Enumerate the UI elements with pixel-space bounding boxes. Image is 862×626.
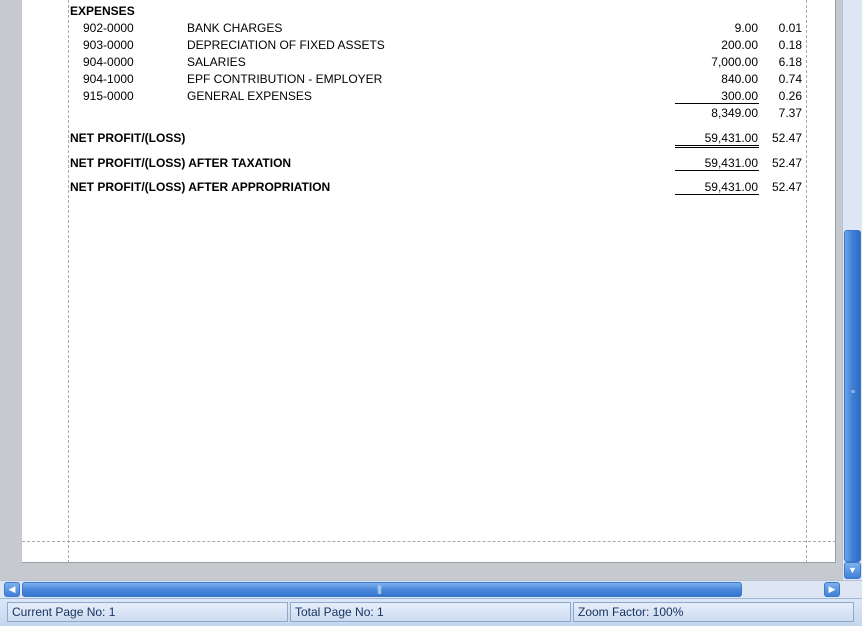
summary-rule — [675, 194, 759, 195]
vertical-scrollbar[interactable]: ≡ ▼ — [842, 0, 862, 580]
summary-amount: 59,431.00 — [704, 180, 758, 194]
grip-icon: ||| — [377, 584, 382, 594]
summary-amount: 59,431.00 — [704, 156, 758, 170]
summary-label: NET PROFIT/(LOSS) AFTER TAXATION — [70, 156, 292, 170]
summary-label: NET PROFIT/(LOSS) AFTER APPROPRIATION — [70, 180, 331, 194]
horizontal-scrollbar[interactable]: ◀ ||| ▶ — [0, 580, 862, 598]
expenses-heading: EXPENSES — [70, 4, 135, 18]
account-code: 904-0000 — [83, 55, 134, 69]
account-amount: 840.00 — [721, 72, 758, 86]
account-amount: 9.00 — [734, 21, 758, 35]
scroll-right-arrow-icon[interactable]: ▶ — [824, 582, 840, 597]
account-percent: 0.74 — [778, 72, 802, 86]
summary-amount: 59,431.00 — [704, 131, 758, 145]
vertical-scroll-thumb[interactable]: ≡ — [844, 230, 861, 562]
right-margin-guide — [806, 0, 807, 563]
account-code: 902-0000 — [83, 21, 134, 35]
account-name: GENERAL EXPENSES — [187, 89, 312, 103]
total-page-indicator: Total Page No: 1 — [290, 602, 571, 622]
status-bar: Current Page No: 1 Total Page No: 1 Zoom… — [0, 598, 862, 626]
summary-percent: 52.47 — [771, 131, 802, 145]
grip-icon: ≡ — [850, 389, 856, 396]
bottom-margin-guide — [22, 541, 836, 542]
expenses-total-percent: 7.37 — [778, 106, 802, 120]
account-name: EPF CONTRIBUTION - EMPLOYER — [187, 72, 383, 86]
horizontal-scroll-thumb[interactable]: ||| — [22, 582, 742, 597]
account-percent: 0.18 — [778, 38, 802, 52]
account-percent: 6.18 — [778, 55, 802, 69]
summary-label: NET PROFIT/(LOSS) — [70, 131, 186, 145]
total-double-rule — [675, 145, 759, 148]
subtotal-rule — [675, 103, 759, 104]
account-percent: 0.01 — [778, 21, 802, 35]
expenses-total-amount: 8,349.00 — [711, 106, 758, 120]
account-percent: 0.26 — [778, 89, 802, 103]
account-code: 904-1000 — [83, 72, 134, 86]
scroll-down-arrow-icon[interactable]: ▼ — [844, 562, 861, 579]
account-name: DEPRECIATION OF FIXED ASSETS — [187, 38, 385, 52]
account-amount: 200.00 — [721, 38, 758, 52]
account-name: SALARIES — [187, 55, 246, 69]
scroll-left-arrow-icon[interactable]: ◀ — [4, 582, 20, 597]
left-margin-guide — [68, 0, 69, 563]
zoom-factor-indicator: Zoom Factor: 100% — [573, 602, 854, 622]
summary-rule — [675, 170, 759, 171]
summary-percent: 52.47 — [771, 156, 802, 170]
summary-percent: 52.47 — [771, 180, 802, 194]
account-name: BANK CHARGES — [187, 21, 283, 35]
account-code: 903-0000 — [83, 38, 134, 52]
current-page-indicator: Current Page No: 1 — [7, 602, 288, 622]
report-viewer: EXPENSES 902-0000 BANK CHARGES 9.00 0.01… — [0, 0, 842, 580]
account-code: 915-0000 — [83, 89, 134, 103]
account-amount: 7,000.00 — [711, 55, 758, 69]
account-amount: 300.00 — [721, 89, 758, 103]
report-page: EXPENSES 902-0000 BANK CHARGES 9.00 0.01… — [22, 0, 836, 563]
